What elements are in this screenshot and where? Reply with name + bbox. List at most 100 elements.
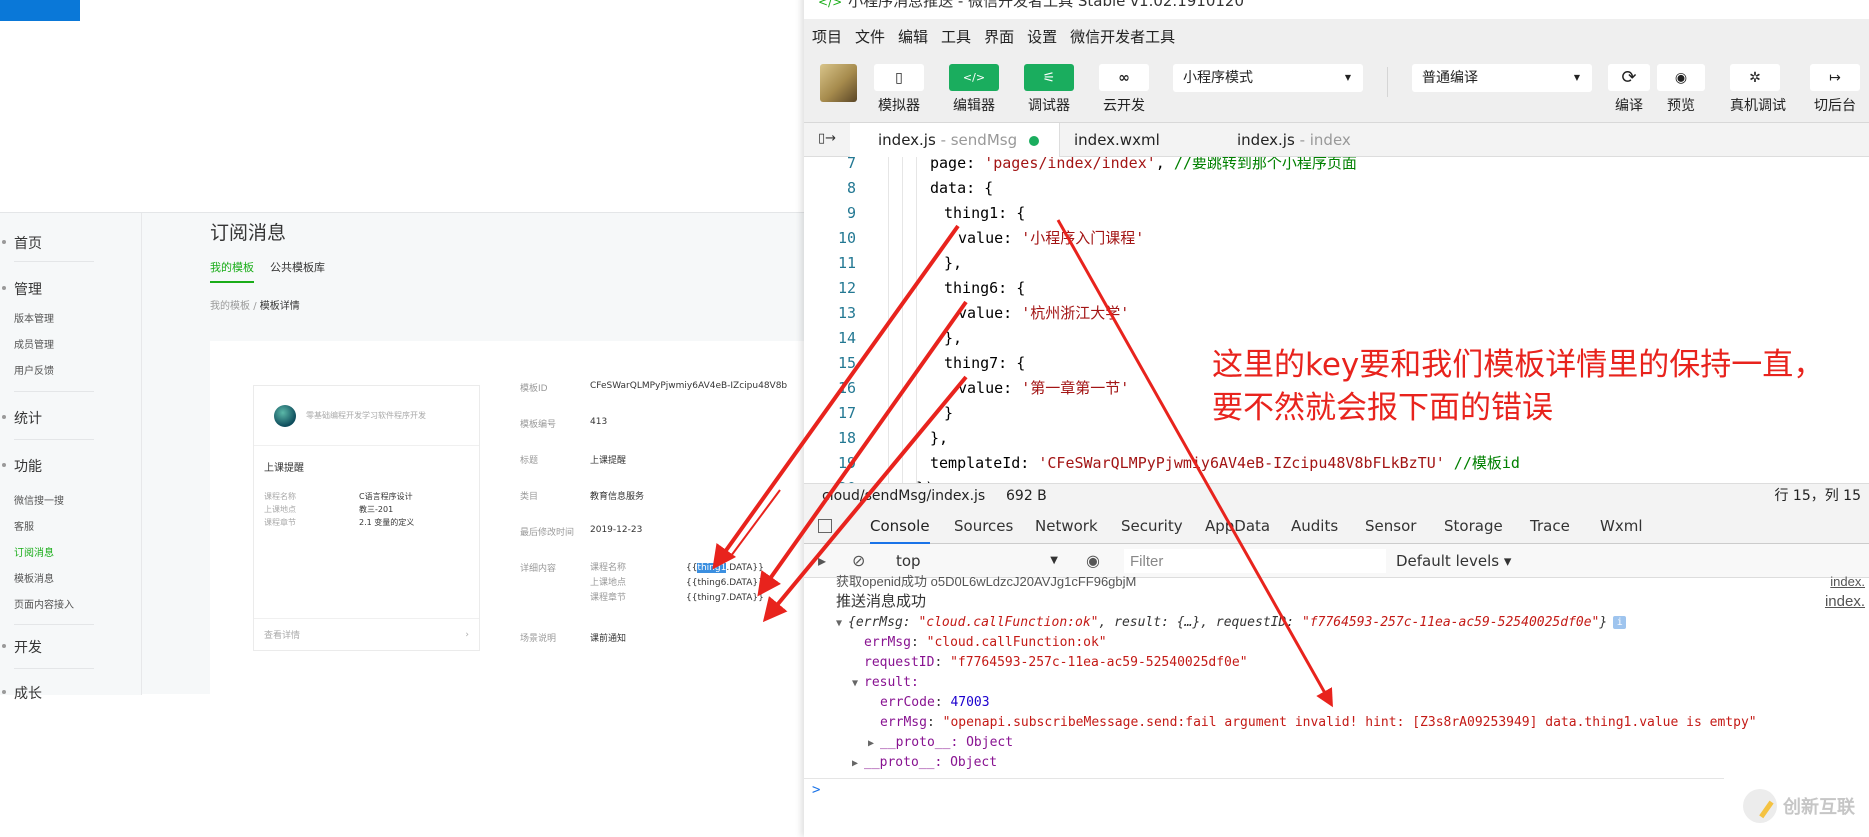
code-editor[interactable]: 7 page: 'pages/index/index', //要跳转到那个小程序页… xyxy=(804,157,1869,483)
proto-text: __proto__: Object xyxy=(864,755,998,770)
line-number: 9 xyxy=(846,204,856,222)
expand-triangle-icon[interactable]: ▼ xyxy=(836,614,848,634)
devtab-sources[interactable]: Sources xyxy=(954,509,1013,544)
menu-view[interactable]: 界面 xyxy=(984,26,1014,47)
detail-field-labels: 课程名称 上课地点 课程章节 xyxy=(590,561,686,606)
detail-field: 课程名称 xyxy=(590,563,627,573)
background-button[interactable]: ↦ 切后台 xyxy=(1810,64,1860,115)
menu-project[interactable]: 项目 xyxy=(812,26,842,47)
console-prop-result[interactable]: ▼ result: xyxy=(804,673,1869,693)
console-proto-inner[interactable]: ▶ __proto__: Object xyxy=(804,733,1869,753)
var-prefix: {{ xyxy=(686,593,698,603)
code-text: value: '小程序入门课程' xyxy=(958,226,1144,251)
devtab-wxml[interactable]: Wxml xyxy=(1600,509,1643,544)
var-key: thing7 xyxy=(697,593,727,603)
sidebar-group-stats[interactable]: 统计 xyxy=(2,408,42,428)
devtab-console[interactable]: Console xyxy=(870,509,930,544)
cloud-dev-button[interactable]: ∞ 云开发 xyxy=(1099,64,1149,115)
info-icon[interactable]: i xyxy=(1613,616,1627,629)
sidebar-group-home[interactable]: 首页 xyxy=(2,233,42,253)
expand-triangle-icon[interactable]: ▼ xyxy=(852,674,864,694)
menu-edit[interactable]: 编辑 xyxy=(898,26,928,47)
card-row: 上课地点 教三-201 xyxy=(264,503,414,516)
context-value: top xyxy=(896,552,921,570)
card-header: 零基础编程开发学习软件程序开发 xyxy=(254,386,479,446)
editor-button[interactable]: </> 编辑器 xyxy=(949,64,999,115)
breadcrumb-parent[interactable]: 我的模板 xyxy=(210,301,250,312)
prop-key: errMsg xyxy=(864,635,911,650)
sidebar-item-service[interactable]: 客服 xyxy=(14,518,34,533)
watermark-text: 创新互联 xyxy=(1783,797,1855,818)
template-tabs: 我的模板 公共模板库 xyxy=(210,259,325,283)
collapse-triangle-icon[interactable]: ▶ xyxy=(868,734,880,754)
console-filter-input[interactable] xyxy=(1124,549,1386,573)
toggle-tree-icon[interactable]: ▯→ xyxy=(818,131,836,146)
eye-icon: ◉ xyxy=(1657,64,1705,91)
tab-public-library[interactable]: 公共模板库 xyxy=(270,259,325,283)
sidebar-item-version[interactable]: 版本管理 xyxy=(14,310,54,325)
devtab-appdata[interactable]: AppData xyxy=(1205,509,1270,544)
tab-index-js-index[interactable]: index.js - index xyxy=(1237,123,1351,157)
sidebar-item-subscribe-msg[interactable]: 订阅消息 xyxy=(14,544,54,559)
background-icon: ↦ xyxy=(1810,64,1860,91)
code-token: page: xyxy=(930,157,985,172)
line-number: 17 xyxy=(837,404,856,422)
info-modified: 最后修改时间 2019-12-23 xyxy=(520,525,642,538)
watermark-logo-icon xyxy=(1743,789,1777,823)
collapse-triangle-icon[interactable]: ▶ xyxy=(852,754,864,774)
var-prefix: {{ xyxy=(686,563,698,573)
sidebar-item-feedback[interactable]: 用户反馈 xyxy=(14,362,54,377)
remote-debug-button[interactable]: ✲ 真机调试 xyxy=(1730,64,1786,115)
detail-var: {{thing6.DATA}} xyxy=(686,576,764,591)
tab-index-wxml[interactable]: index.wxml xyxy=(1074,123,1160,157)
sidebar-group-manage[interactable]: 管理 xyxy=(2,279,42,299)
log-source-link[interactable]: index. xyxy=(1830,572,1865,592)
code-line: 11}, xyxy=(804,251,1869,276)
devtab-sensor[interactable]: Sensor xyxy=(1365,509,1416,544)
sidebar-group-develop[interactable]: 开发 xyxy=(2,637,42,657)
mode-select[interactable]: 小程序模式 ▼ xyxy=(1173,64,1363,92)
sidebar-item-search[interactable]: 微信搜一搜 xyxy=(14,492,64,507)
tab-index-js-sendmsg[interactable]: index.js - sendMsg xyxy=(850,123,1061,157)
sidebar-item-template-msg[interactable]: 模板消息 xyxy=(14,570,54,585)
sidebar-group-growth[interactable]: 成长 xyxy=(2,683,42,703)
menu-file[interactable]: 文件 xyxy=(855,26,885,47)
menu-tools[interactable]: 工具 xyxy=(941,26,971,47)
compile-button[interactable]: ⟳ 编译 xyxy=(1608,64,1650,115)
menu-bar: 项目 文件 编辑 工具 界面 设置 微信开发者工具 xyxy=(804,19,1869,53)
console-output: 获取openid成功 o5D0L6wLdzcJ20AVJg1cFF96gbjM … xyxy=(804,574,1869,837)
devtab-audits[interactable]: Audits xyxy=(1291,509,1338,544)
console-prop-errcode: errCode: 47003 xyxy=(880,695,990,710)
view-details-link[interactable]: 查看详情 › xyxy=(254,618,479,650)
compile-select[interactable]: 普通编译 ▼ xyxy=(1412,64,1592,92)
row-key: 课程名称 xyxy=(264,492,296,501)
sidebar-group-features[interactable]: 功能 xyxy=(2,456,42,476)
menu-wechat-devtools[interactable]: 微信开发者工具 xyxy=(1070,26,1175,47)
sidebar-item-page-content[interactable]: 页面内容接入 xyxy=(14,596,74,611)
preview-button[interactable]: ◉ 预览 xyxy=(1657,64,1705,115)
row-value: C语言程序设计 xyxy=(359,492,413,501)
tab-my-templates[interactable]: 我的模板 xyxy=(210,259,254,283)
sidebar-toggle-icon[interactable]: ▸ xyxy=(818,551,826,570)
code-line: 8 data: { xyxy=(804,176,1869,201)
status-file-size: 692 B xyxy=(1006,488,1047,504)
log-source-link[interactable]: index. xyxy=(1825,592,1865,612)
devtab-security[interactable]: Security xyxy=(1121,509,1183,544)
sidebar-item-members[interactable]: 成员管理 xyxy=(14,336,54,351)
eye-icon[interactable]: ◉ xyxy=(1086,551,1100,570)
user-avatar[interactable] xyxy=(820,64,857,102)
obj-brace: { xyxy=(848,615,856,630)
console-object-summary[interactable]: ▼ {errMsg: "cloud.callFunction:ok", resul… xyxy=(804,613,1869,633)
clear-console-icon[interactable]: ⊘ xyxy=(852,551,865,570)
console-prompt[interactable]: > xyxy=(804,778,1724,800)
code-token: templateId: xyxy=(930,454,1039,472)
debugger-button[interactable]: ⚟ 调试器 xyxy=(1024,64,1074,115)
simulator-button[interactable]: ▯ 模拟器 xyxy=(874,64,924,115)
devtab-trace[interactable]: Trace xyxy=(1530,509,1570,544)
devtab-storage[interactable]: Storage xyxy=(1444,509,1503,544)
console-proto-outer[interactable]: ▶ __proto__: Object xyxy=(804,753,1869,773)
devtab-network[interactable]: Network xyxy=(1035,509,1098,544)
code-icon: </> xyxy=(949,64,999,91)
inspect-element-icon[interactable] xyxy=(818,519,832,533)
menu-settings[interactable]: 设置 xyxy=(1027,26,1057,47)
